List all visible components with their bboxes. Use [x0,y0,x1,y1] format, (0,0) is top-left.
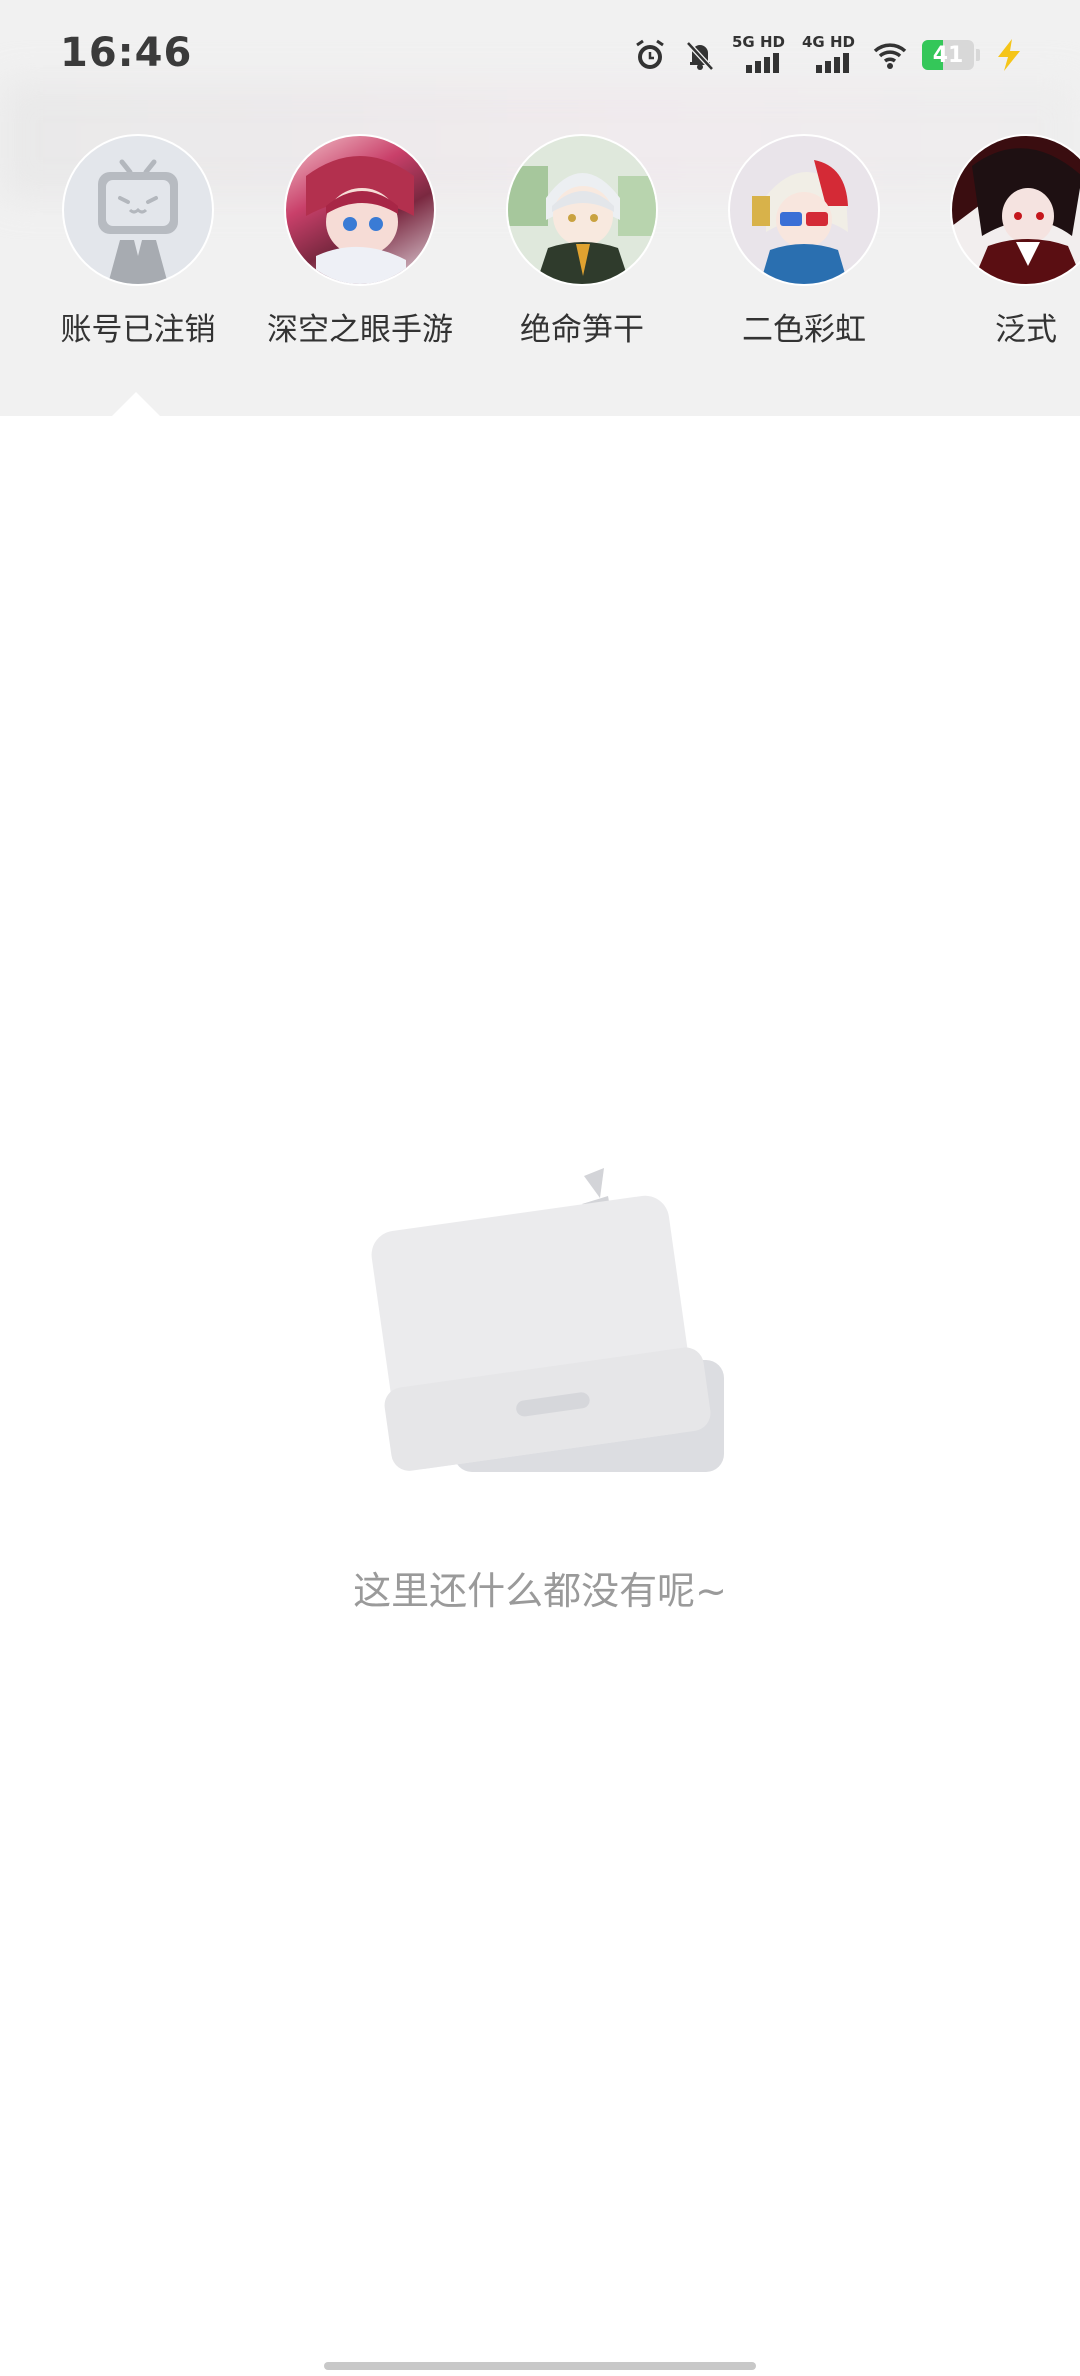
bilibili-tv-default-avatar [62,134,214,286]
up-name: 账号已注销 [60,312,216,348]
wifi-icon [873,43,907,69]
following-up-list: 账号已注销 深空之眼手游 绝命笋干 二色彩虹 泛式 [0,134,1080,364]
network-4g-signal: 4G HD [802,34,858,76]
up-item[interactable]: 绝命笋干 [482,134,682,349]
up-item[interactable]: 账号已注销 [38,134,238,349]
home-indicator[interactable] [324,2362,756,2370]
anime-girl-3d-glasses-avatar [728,134,880,286]
empty-tv-icon [371,1168,724,1472]
anime-boy-white-hair-avatar [506,134,658,286]
up-name: 绝命笋干 [520,312,644,348]
status-time: 16:46 [60,30,193,76]
alarm-icon [636,39,664,69]
up-header: 16:46 5G HD 4G HD 41 账号已注销 深空之眼手游 绝命笋干 二… [0,0,1080,416]
up-name: 泛式 [995,312,1057,348]
up-name: 深空之眼手游 [267,312,453,348]
charging-bolt-icon [998,39,1020,71]
empty-state-message: 这里还什么都没有呢~ [353,1569,727,1613]
anime-girl-red-hair-avatar [284,134,436,286]
selected-up-pointer [112,392,160,416]
battery-tip [976,49,980,61]
network-5g-signal: 5G HD [732,34,788,76]
anime-dark-red-avatar [950,134,1080,286]
status-icons: 5G HD 4G HD 41 [632,34,1024,76]
battery-indicator: 41 [922,40,974,70]
up-item[interactable]: 二色彩虹 [704,134,904,349]
muted-bell-icon [686,41,714,71]
status-bar: 16:46 5G HD 4G HD 41 [0,0,1080,116]
up-item[interactable]: 泛式 [926,134,1080,349]
up-name: 二色彩虹 [742,312,866,348]
up-item[interactable]: 深空之眼手游 [260,134,460,349]
